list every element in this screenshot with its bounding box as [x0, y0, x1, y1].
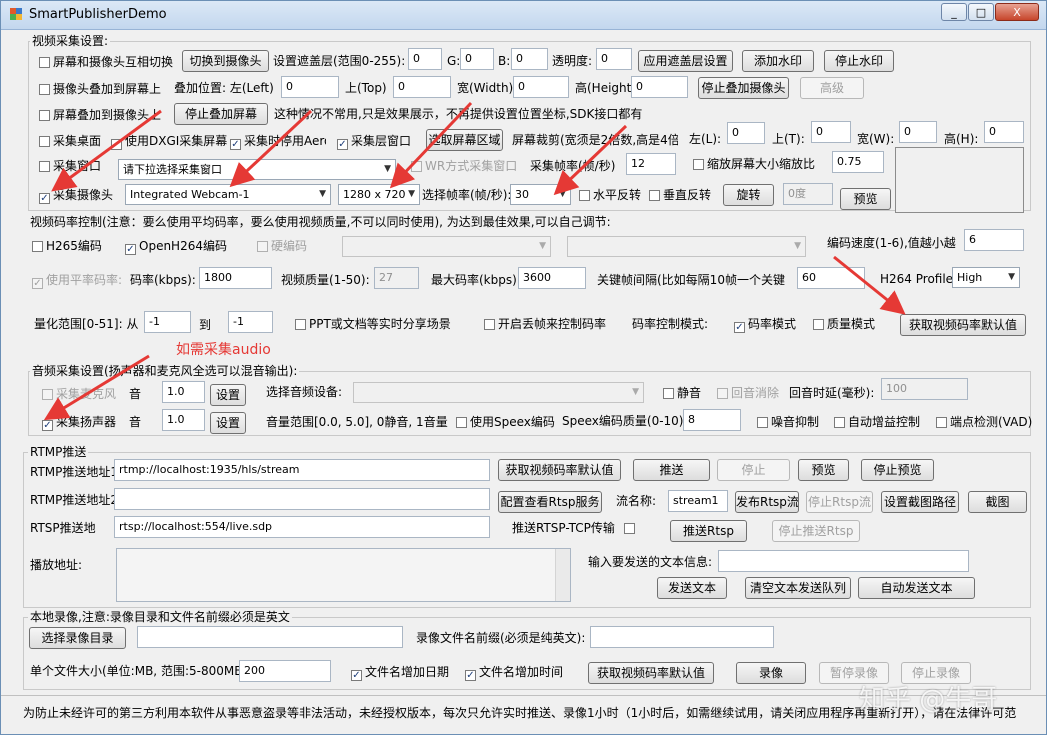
arrow-speaker [43, 354, 150, 421]
arrow-framerate-select [553, 124, 628, 196]
annotation-arrows [43, 101, 906, 421]
app-window: SmartPublisherDemo _ □ X 视频采集设置: 屏幕和摄像头互… [0, 0, 1047, 735]
arrow-capture-camera [51, 109, 162, 192]
arrow-get-default [833, 255, 906, 315]
arrow-camera-select [229, 109, 313, 188]
arrow-resolution-select [389, 101, 473, 189]
